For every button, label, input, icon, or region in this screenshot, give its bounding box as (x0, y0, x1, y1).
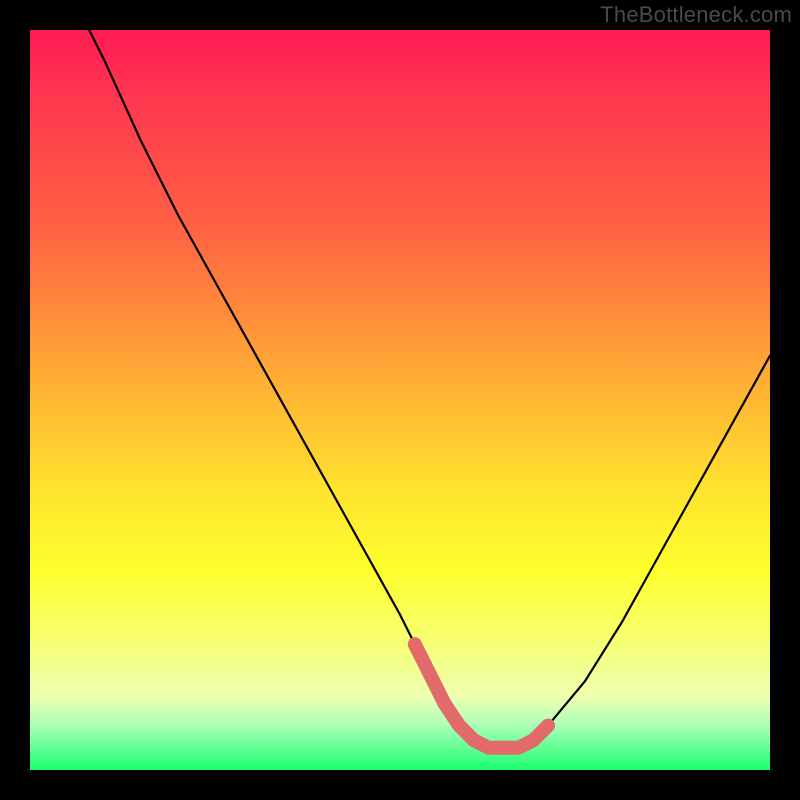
chart-frame: TheBottleneck.com (0, 0, 800, 800)
chart-plot-area (30, 30, 770, 770)
chart-svg (30, 30, 770, 770)
sweet-spot-marker-path (415, 644, 548, 748)
bottleneck-curve-path (89, 30, 770, 748)
watermark-text: TheBottleneck.com (600, 2, 792, 28)
